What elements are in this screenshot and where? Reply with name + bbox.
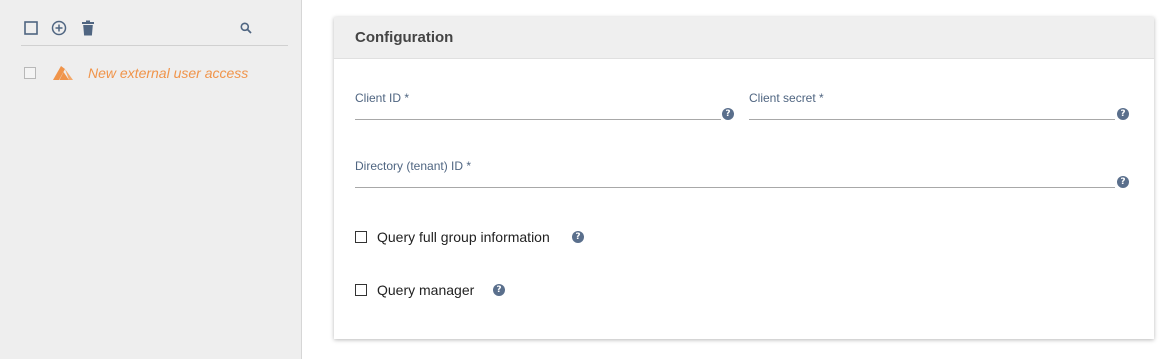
- query-full-group-label: Query full group information: [377, 229, 550, 245]
- card-title: Configuration: [355, 29, 454, 46]
- tenant-id-help-icon[interactable]: ?: [1117, 176, 1129, 188]
- configuration-card: Configuration Client ID * ? Client secre…: [334, 17, 1154, 339]
- query-full-group-checkbox-row[interactable]: Query full group information: [355, 229, 550, 245]
- client-secret-underline: [749, 119, 1115, 120]
- card-header: Configuration: [334, 17, 1154, 59]
- query-manager-help-icon[interactable]: ?: [493, 284, 505, 296]
- add-icon[interactable]: [50, 19, 68, 37]
- list-item[interactable]: New external user access: [24, 62, 288, 84]
- azure-icon: [52, 65, 74, 81]
- tenant-id-field: Directory (tenant) ID *: [355, 159, 1115, 195]
- sidebar: New external user access: [0, 0, 302, 359]
- query-manager-checkbox[interactable]: [355, 284, 367, 296]
- list-item-label: New external user access: [88, 65, 249, 81]
- trash-icon[interactable]: [79, 19, 97, 37]
- client-secret-help-icon[interactable]: ?: [1117, 108, 1129, 120]
- tenant-id-input[interactable]: [355, 167, 1115, 187]
- client-id-input[interactable]: [355, 99, 721, 119]
- client-id-help-icon[interactable]: ?: [722, 108, 734, 120]
- select-all-checkbox-icon[interactable]: [22, 19, 40, 37]
- query-manager-label: Query manager: [377, 282, 475, 298]
- query-full-group-checkbox[interactable]: [355, 231, 367, 243]
- tenant-id-underline: [355, 187, 1115, 188]
- query-manager-checkbox-row[interactable]: Query manager: [355, 282, 474, 298]
- client-secret-input[interactable]: [749, 99, 1115, 119]
- item-checkbox[interactable]: [24, 67, 36, 79]
- main-content: Configuration Client ID * ? Client secre…: [303, 0, 1169, 359]
- query-full-group-help-icon[interactable]: ?: [572, 231, 584, 243]
- client-id-field: Client ID *: [355, 91, 721, 127]
- search-icon[interactable]: [237, 19, 255, 37]
- sidebar-toolbar: [21, 17, 288, 46]
- client-id-underline: [355, 119, 721, 120]
- client-secret-field: Client secret *: [749, 91, 1115, 127]
